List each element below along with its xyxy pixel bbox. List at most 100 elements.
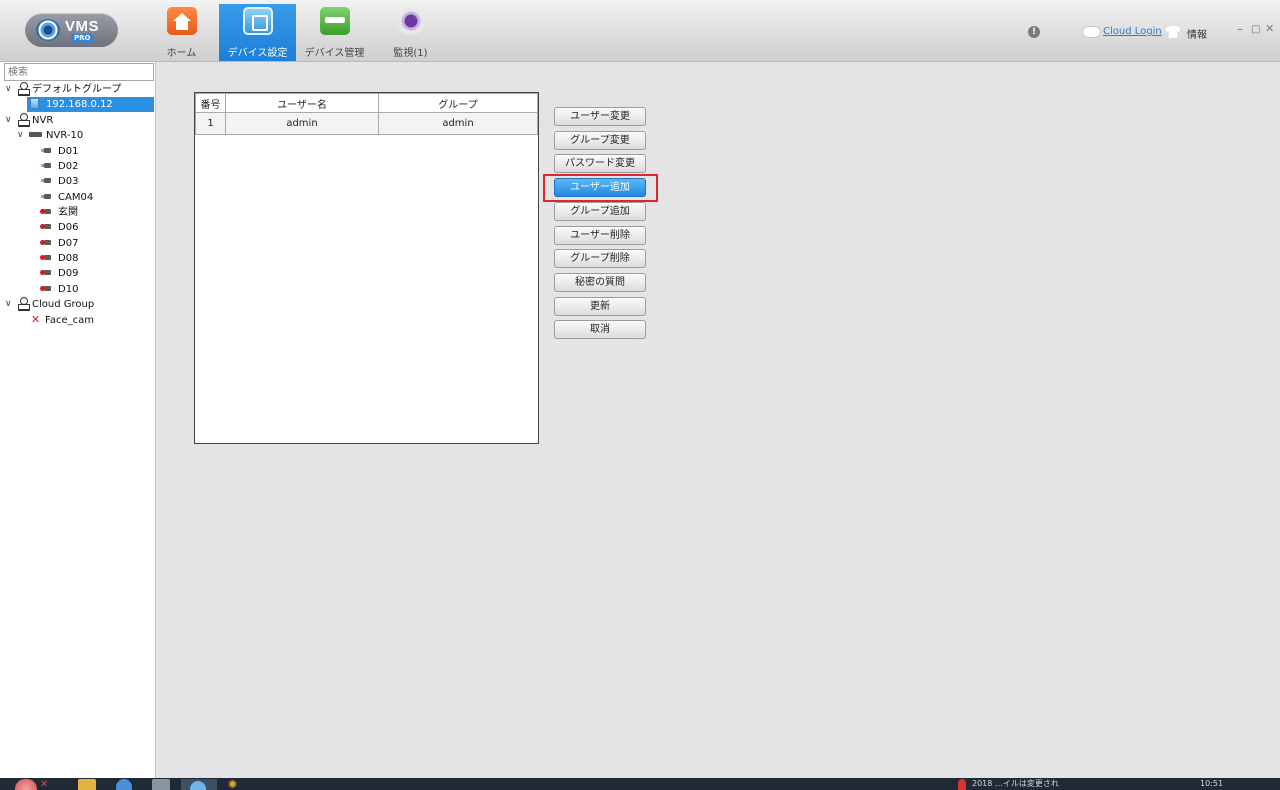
camera-offline-icon — [40, 208, 51, 215]
update-button[interactable]: 更新 — [554, 297, 646, 316]
column-header-group[interactable]: グループ — [378, 93, 538, 113]
tab-home[interactable]: ホーム — [143, 4, 220, 61]
close-button[interactable]: ✕ — [1265, 22, 1274, 35]
device-settings-icon — [243, 7, 273, 35]
top-bar: VMS PRO ホーム デバイス設定 デバイス管理 監視(1) ! Cloud … — [0, 0, 1280, 62]
tree-device-nvr[interactable]: ∨ NVR-10 — [17, 128, 83, 143]
tree-channel-label: D02 — [58, 161, 79, 172]
table-row[interactable]: 1 admin admin — [195, 112, 538, 135]
alert-icon[interactable]: ! — [1028, 26, 1040, 38]
notification-icon[interactable] — [958, 779, 966, 790]
logo-text: VMS — [65, 18, 100, 35]
app-icon[interactable] — [152, 779, 170, 790]
change-group-button[interactable]: グループ変更 — [554, 131, 646, 150]
tray-notification-text: 2018 …イルは変更され — [972, 779, 1059, 788]
tree-channel-label: D09 — [58, 268, 79, 279]
tree-channel[interactable]: D10 — [40, 282, 79, 297]
monitor-icon — [397, 7, 425, 35]
tree-channel[interactable]: D06 — [40, 220, 78, 235]
tree-channel[interactable]: D03 — [41, 174, 78, 189]
minimize-button[interactable]: – — [1237, 22, 1243, 36]
tree-device-cloud[interactable]: ✕ Face_cam — [31, 312, 94, 327]
group-icon — [17, 297, 30, 311]
tree-channel-label: D10 — [58, 284, 79, 295]
cloud-login-link[interactable]: Cloud Login — [1103, 26, 1162, 37]
camera-offline-icon — [40, 223, 51, 230]
tree-channel-label: D07 — [58, 238, 79, 249]
close-icon[interactable]: ✕ — [40, 779, 48, 790]
tree-channel-label: D03 — [58, 176, 79, 187]
tree-group-label: Cloud Group — [32, 299, 95, 310]
camera-offline-icon — [40, 285, 51, 292]
user-list-table: 番号 ユーザー名 グループ 1 admin admin — [194, 92, 539, 444]
info-link[interactable]: 情報 — [1187, 26, 1207, 41]
table-cell-group: admin — [378, 112, 538, 135]
browser-icon[interactable] — [116, 779, 132, 790]
tab-monitor[interactable]: 監視(1) — [372, 4, 449, 61]
tree-channel[interactable]: D09 — [40, 266, 79, 281]
tree-group-default[interactable]: ∨ デフォルトグループ — [5, 82, 121, 97]
skin-shirt-icon[interactable] — [1166, 26, 1180, 38]
column-header-number[interactable]: 番号 — [195, 93, 226, 113]
tree-group-nvr[interactable]: ∨ NVR — [5, 113, 53, 128]
offline-x-icon: ✕ — [31, 313, 41, 326]
taskbar-clock[interactable]: 10:51 — [1200, 779, 1223, 789]
windows-taskbar: ✕ ✺ 2018 …イルは変更され 10:51 — [0, 778, 1280, 790]
secret-question-button[interactable]: 秘密の質問 — [554, 273, 646, 292]
start-menu-icon[interactable] — [15, 779, 37, 790]
tab-device-manager-label: デバイス管理 — [304, 48, 365, 59]
camera-icon — [41, 177, 51, 184]
tree-channel-label: D08 — [58, 253, 79, 264]
tree-channel[interactable]: D01 — [41, 144, 78, 159]
camera-icon — [41, 162, 51, 169]
tree-group-label: デフォルトグループ — [32, 84, 122, 95]
tree-channel[interactable]: D08 — [40, 251, 79, 266]
tree-group-label: NVR — [32, 115, 54, 126]
chevron-down-icon[interactable]: ∨ — [5, 113, 15, 128]
tree-device-label: 192.168.0.12 — [46, 99, 113, 110]
tree-device-ip[interactable]: 192.168.0.12 — [27, 97, 154, 112]
tree-channel-label: 玄関 — [58, 207, 78, 218]
tree-channel-label: D01 — [58, 146, 79, 157]
group-icon — [17, 82, 30, 96]
cancel-button[interactable]: 取消 — [554, 320, 646, 339]
column-header-username[interactable]: ユーザー名 — [225, 93, 379, 113]
chevron-down-icon[interactable]: ∨ — [17, 128, 27, 143]
tab-device-manager[interactable]: デバイス管理 — [296, 4, 373, 61]
logo-sub-badge: PRO — [71, 34, 94, 43]
vms-logo: VMS PRO — [25, 13, 118, 47]
eye-logo-icon — [36, 19, 60, 41]
tab-device-settings[interactable]: デバイス設定 — [219, 4, 296, 61]
add-group-button[interactable]: グループ追加 — [554, 202, 646, 221]
search-input[interactable] — [4, 63, 154, 81]
group-icon — [17, 113, 30, 127]
camera-icon — [41, 147, 51, 154]
device-tree-sidebar: ∨ デフォルトグループ 192.168.0.12 ∨ NVR ∨ NVR-10 … — [0, 62, 156, 778]
chevron-down-icon[interactable]: ∨ — [5, 82, 15, 97]
table-cell-username: admin — [225, 112, 379, 135]
tree-channel[interactable]: 玄関 — [40, 205, 78, 220]
tab-monitor-label: 監視(1) — [393, 48, 428, 59]
delete-user-button[interactable]: ユーザー削除 — [554, 226, 646, 245]
tree-channel[interactable]: CAM04 — [41, 190, 93, 205]
camera-offline-icon — [40, 269, 51, 276]
delete-group-button[interactable]: グループ削除 — [554, 249, 646, 268]
change-password-button[interactable]: パスワード変更 — [554, 154, 646, 173]
add-user-button[interactable]: ユーザー追加 — [554, 178, 646, 197]
nvr-icon — [29, 132, 42, 137]
tree-channel[interactable]: D02 — [41, 159, 78, 174]
tree-channel[interactable]: D07 — [40, 236, 79, 251]
tree-device-label: NVR-10 — [46, 130, 84, 141]
maximize-button[interactable]: □ — [1251, 24, 1260, 35]
device-manager-icon — [320, 7, 350, 35]
tree-group-cloud[interactable]: ∨ Cloud Group — [5, 297, 94, 312]
sun-icon[interactable]: ✺ — [228, 779, 237, 790]
chevron-down-icon[interactable]: ∨ — [5, 297, 15, 312]
home-icon — [167, 7, 197, 35]
device-icon — [30, 98, 39, 109]
camera-icon — [41, 193, 51, 200]
vms-app-taskbar-icon[interactable] — [181, 779, 217, 790]
change-user-button[interactable]: ユーザー変更 — [554, 107, 646, 126]
tree-channel-label: CAM04 — [58, 192, 94, 203]
folder-icon[interactable] — [78, 779, 96, 790]
